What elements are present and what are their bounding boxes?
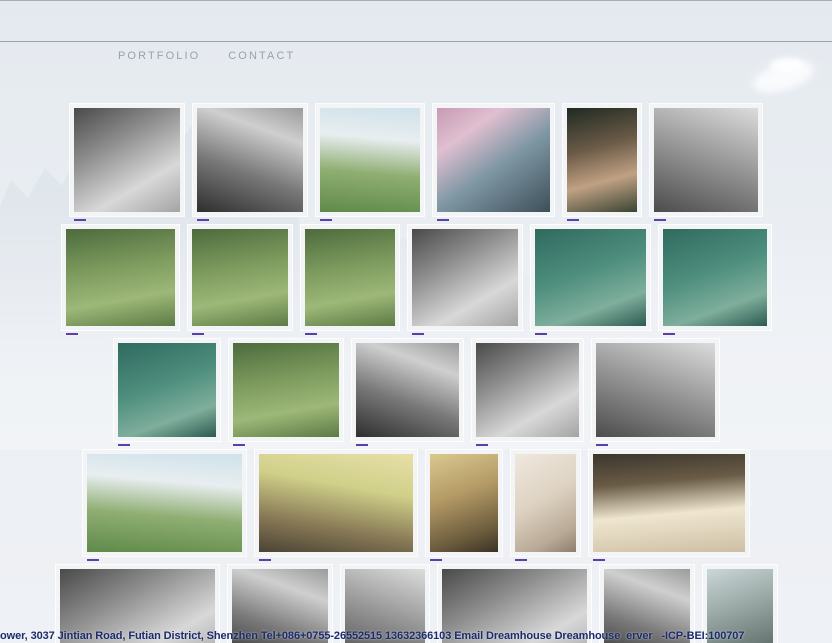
- thumbnail-link-underline: [233, 444, 245, 446]
- footer-server: erver: [626, 630, 652, 642]
- thumbnail-link-underline: [320, 219, 332, 221]
- thumbnail-photo: [567, 108, 637, 212]
- gallery-thumbnail[interactable]: [229, 339, 343, 441]
- thumbnail-link-underline: [567, 219, 579, 221]
- thumbnail-link-underline: [305, 333, 317, 335]
- gallery-thumbnail[interactable]: [511, 450, 580, 556]
- thumbnail-photo: [412, 229, 518, 326]
- thumbnail-photo: [87, 454, 242, 552]
- thumbnail-link-underline: [87, 559, 99, 561]
- thumbnail-photo: [515, 454, 576, 552]
- thumbnail-link-underline: [66, 333, 78, 335]
- thumbnail-link-underline: [259, 559, 271, 561]
- thumbnail-photo: [66, 229, 175, 326]
- gallery-thumbnail[interactable]: [589, 450, 749, 556]
- thumbnail-link-underline: [596, 444, 608, 446]
- thumbnail-link-underline: [654, 219, 666, 221]
- gallery-thumbnail[interactable]: [301, 225, 399, 330]
- thumbnail-photo: [197, 108, 303, 212]
- thumbnail-link-underline: [515, 559, 527, 561]
- thumbnail-link-underline: [437, 219, 449, 221]
- thumbnail-link-underline: [118, 444, 130, 446]
- thumbnail-link-underline: [535, 333, 547, 335]
- gallery-thumbnail[interactable]: [255, 450, 417, 556]
- nav-item-portfolio[interactable]: PORTFOLIO: [118, 50, 200, 62]
- thumbnail-link-underline: [192, 333, 204, 335]
- site-footer: ower, 3037 Jintian Road, Futian District…: [0, 628, 832, 643]
- gallery-row: [0, 339, 832, 441]
- thumbnail-photo: [535, 229, 646, 326]
- gallery-thumbnail[interactable]: [70, 104, 184, 216]
- gallery-row: [0, 104, 832, 216]
- gallery-thumbnail[interactable]: [592, 339, 719, 441]
- thumbnail-photo: [476, 343, 579, 437]
- gallery-thumbnail[interactable]: [659, 225, 771, 330]
- thumbnail-link-underline: [197, 219, 209, 221]
- thumbnail-photo: [654, 108, 758, 212]
- cloud-shape-secondary: [770, 58, 804, 72]
- main-navigation: PORTFOLIO CONTACT: [118, 50, 295, 62]
- thumbnail-photo: [192, 229, 288, 326]
- footer-address: ower, 3037 Jintian Road, Futian District…: [0, 630, 258, 642]
- thumbnail-photo: [74, 108, 180, 212]
- thumbnail-photo: [593, 454, 745, 552]
- header-divider: [0, 41, 832, 42]
- gallery-thumbnail[interactable]: [352, 339, 463, 441]
- gallery-thumbnail[interactable]: [114, 339, 220, 441]
- gallery-thumbnail[interactable]: [408, 225, 522, 330]
- thumbnail-photo: [305, 229, 395, 326]
- page-root: PORTFOLIO CONTACT ower, 3037 Jintian Roa…: [0, 0, 832, 643]
- gallery-row: [0, 450, 832, 556]
- gallery-thumbnail[interactable]: [83, 450, 246, 556]
- thumbnail-link-underline: [593, 559, 605, 561]
- thumbnail-link-underline: [356, 444, 368, 446]
- thumbnail-link-underline: [430, 559, 442, 561]
- gallery-thumbnail[interactable]: [193, 104, 307, 216]
- portfolio-gallery: [0, 104, 832, 643]
- gallery-thumbnail[interactable]: [426, 450, 502, 556]
- thumbnail-photo: [430, 454, 498, 552]
- gallery-thumbnail[interactable]: [316, 104, 424, 216]
- footer-icp-license: -ICP-BEI:100707: [661, 630, 744, 642]
- thumbnail-photo: [596, 343, 715, 437]
- gallery-thumbnail[interactable]: [650, 104, 762, 216]
- gallery-row: [0, 225, 832, 330]
- thumbnail-link-underline: [663, 333, 675, 335]
- gallery-thumbnail[interactable]: [188, 225, 292, 330]
- gallery-thumbnail[interactable]: [563, 104, 641, 216]
- footer-email: Email Dreamhouse Dreamhouse: [454, 630, 620, 642]
- thumbnail-photo: [233, 343, 339, 437]
- gallery-thumbnail[interactable]: [433, 104, 554, 216]
- thumbnail-photo: [320, 108, 420, 212]
- gallery-thumbnail[interactable]: [531, 225, 650, 330]
- cloud-shape-primary: [750, 55, 817, 99]
- gallery-thumbnail[interactable]: [472, 339, 583, 441]
- thumbnail-link-underline: [74, 219, 86, 221]
- gallery-thumbnail[interactable]: [62, 225, 179, 330]
- thumbnail-link-underline: [476, 444, 488, 446]
- thumbnail-photo: [259, 454, 413, 552]
- thumbnail-photo: [663, 229, 767, 326]
- thumbnail-photo: [356, 343, 459, 437]
- browser-top-divider: [0, 0, 832, 1]
- nav-item-contact[interactable]: CONTACT: [228, 50, 295, 62]
- thumbnail-link-underline: [412, 333, 424, 335]
- footer-phone: Tel+086+0755-26552515 13632366103: [261, 630, 451, 642]
- thumbnail-photo: [118, 343, 216, 437]
- thumbnail-photo: [437, 108, 550, 212]
